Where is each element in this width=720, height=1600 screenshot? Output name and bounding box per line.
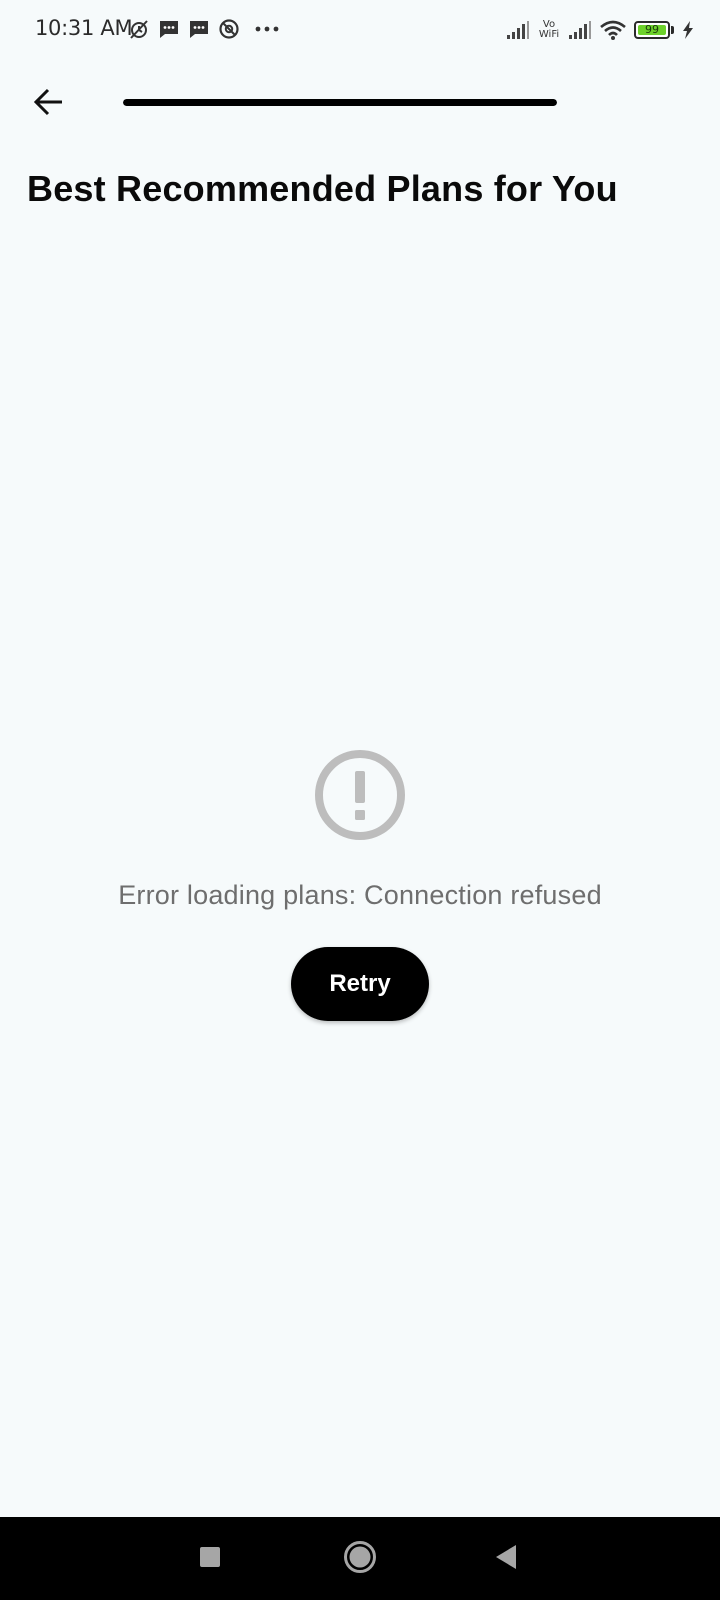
charging-bolt-icon: [682, 21, 694, 39]
screen: 10:31 AM Vo WiFi 99 Best Recommended Pla…: [0, 0, 720, 1600]
progress-bar: [123, 99, 557, 106]
error-message: Error loading plans: Connection refused: [118, 880, 602, 910]
circle-icon: [343, 1540, 377, 1579]
square-icon: [199, 1546, 221, 1573]
wifi-icon: [600, 20, 626, 40]
status-right-icons: Vo WiFi 99: [506, 16, 694, 44]
battery-tip: [671, 26, 674, 34]
vowifi-indicator: Vo WiFi: [538, 20, 560, 40]
status-left-icons: [128, 16, 280, 42]
signal-icon: [568, 21, 592, 39]
status-bar: 10:31 AM Vo WiFi 99: [0, 0, 720, 60]
alarm-off-icon: [128, 18, 150, 40]
back-button[interactable]: [26, 82, 70, 126]
message-icon: [158, 18, 180, 40]
nav-home-button[interactable]: [338, 1537, 382, 1581]
page-title: Best Recommended Plans for You: [27, 168, 618, 209]
alert-circle-icon: [314, 749, 406, 841]
nav-recents-button[interactable]: [188, 1537, 232, 1581]
battery-level: 99: [645, 23, 659, 36]
system-nav-bar: [0, 1517, 720, 1600]
progress-bar-fill: [123, 99, 557, 106]
signal-icon: [506, 21, 530, 39]
status-time: 10:31 AM: [35, 16, 133, 40]
vowifi-bottom-label: WiFi: [538, 29, 560, 40]
arrow-left-icon: [33, 88, 63, 121]
battery-icon: 99: [634, 21, 670, 39]
message-icon: [188, 18, 210, 40]
triangle-back-icon: [494, 1544, 518, 1575]
retry-button[interactable]: Retry: [291, 947, 429, 1021]
more-dots-icon: [254, 25, 280, 33]
nav-back-button[interactable]: [484, 1537, 528, 1581]
at-sign-icon: [218, 18, 240, 40]
